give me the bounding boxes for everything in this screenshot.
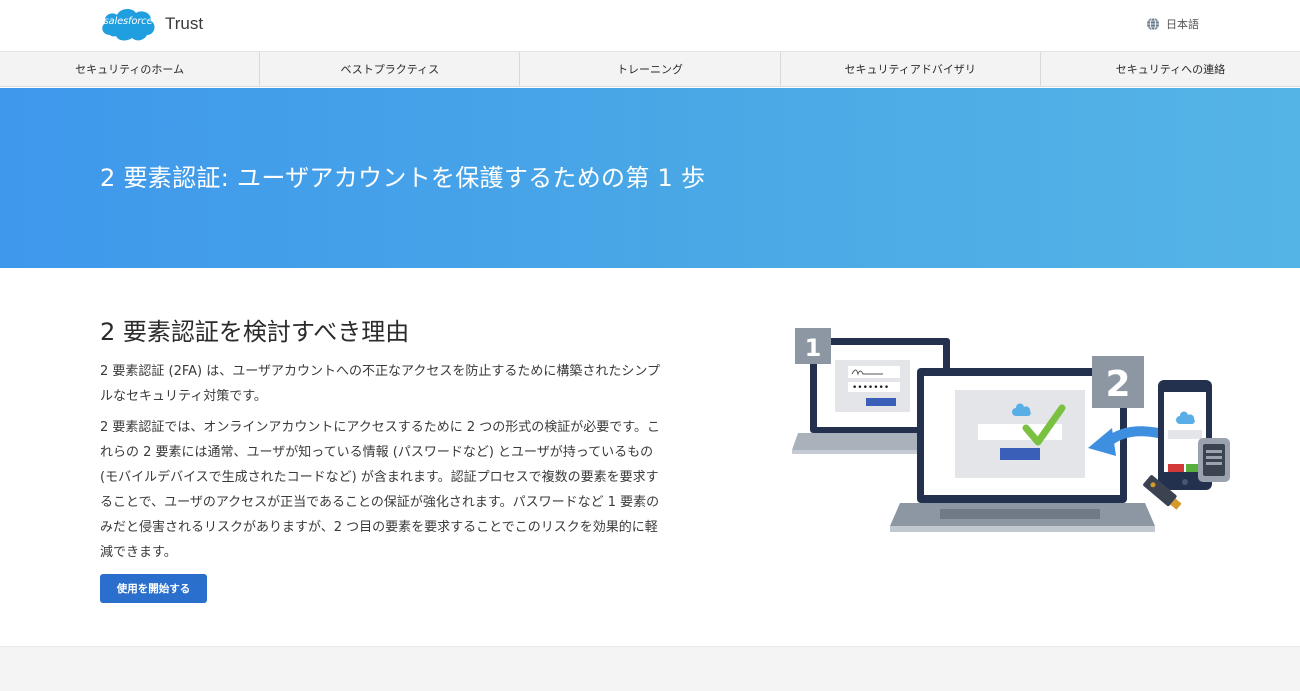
section-heading: 2 要素認証を検討すべき理由	[100, 318, 410, 346]
detail-paragraph: 2 要素認証では、オンラインアカウントにアクセスするために 2 つの形式の検証が…	[100, 420, 660, 560]
get-started-button[interactable]: 使用を開始する	[100, 574, 207, 603]
nav-item-training[interactable]: トレーニング	[520, 52, 781, 86]
top-bar: salesforce Trust 日本語	[0, 0, 1300, 51]
nav-item-security-advisories[interactable]: セキュリティアドバイザリ	[781, 52, 1041, 86]
footer-band	[0, 646, 1300, 691]
language-selector[interactable]: 日本語	[1146, 16, 1199, 32]
main-content: 2 要素認証を検討すべき理由 2 要素認証 (2FA) は、ユーザアカウントへの…	[100, 312, 660, 571]
globe-icon	[1147, 17, 1159, 31]
trust-label[interactable]: Trust	[165, 14, 203, 34]
two-factor-illustration: ••••••• 1 2	[790, 320, 1240, 550]
nav-item-best-practices[interactable]: ベストプラクティス	[260, 52, 521, 86]
language-label: 日本語	[1166, 18, 1199, 31]
logo-wordmark: salesforce	[103, 16, 153, 27]
step-2-label: 2	[1105, 364, 1130, 405]
nav-item-security-home[interactable]: セキュリティのホーム	[0, 52, 261, 86]
intro-paragraph: 2 要素認証 (2FA) は、ユーザアカウントへの不正なアクセスを防止するために…	[100, 364, 660, 404]
devices-illustration-icon: ••••••• 1 2	[792, 328, 1230, 532]
nav-item-contact-security[interactable]: セキュリティへの連絡	[1041, 52, 1300, 86]
step-1-label: 1	[805, 334, 822, 362]
password-mask: •••••••	[852, 383, 889, 393]
hero-title: 2 要素認証: ユーザアカウントを保護するための第 1 歩	[100, 164, 706, 192]
main-nav: セキュリティのホーム ベストプラクティス トレーニング セキュリティアドバイザリ…	[0, 51, 1300, 87]
hero-banner: 2 要素認証: ユーザアカウントを保護するための第 1 歩	[0, 88, 1300, 268]
salesforce-logo[interactable]: salesforce	[100, 5, 156, 43]
